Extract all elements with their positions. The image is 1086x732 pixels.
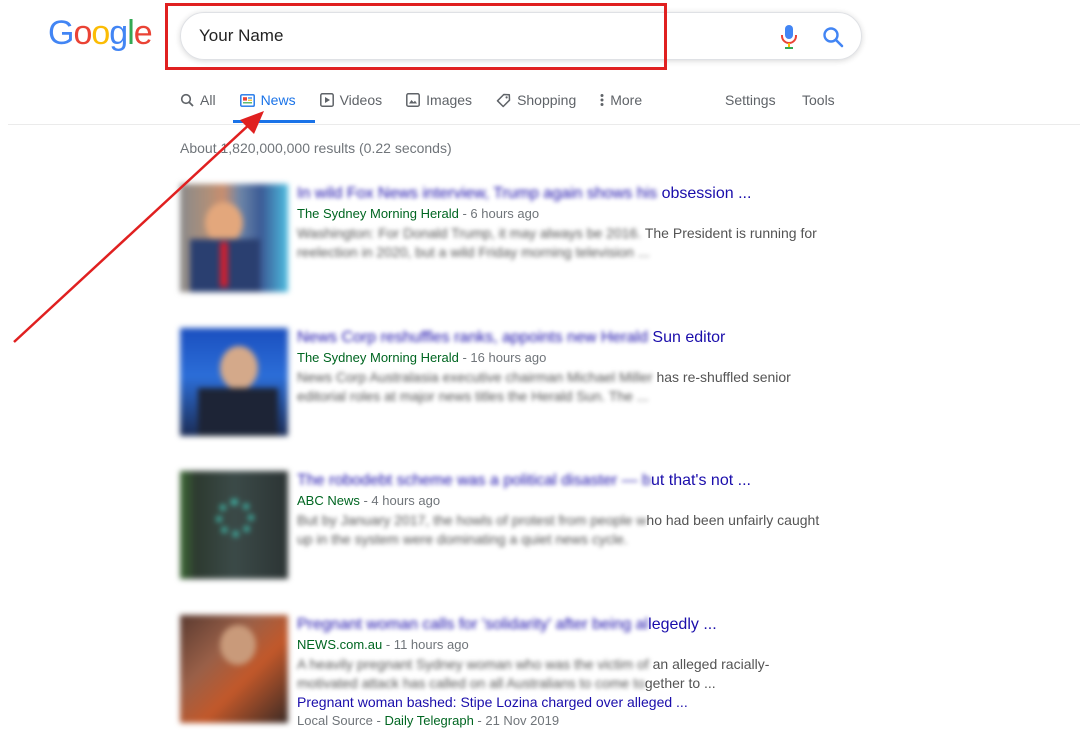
tab-label: More [610,92,643,108]
news-icon [239,93,255,107]
source-name: The Sydney Morning Herald [297,206,459,221]
local-source-date: - 21 Nov 2019 [473,713,560,728]
result-title-text: legedly ... [648,616,717,633]
tools-link[interactable]: Tools [802,88,835,112]
result-title-text: The robodebt scheme was a political disa… [297,472,651,489]
snippet-text: an alleged racially- [648,656,770,672]
image-icon [406,93,421,107]
result-age: - 6 hours ago [458,206,540,221]
snippet-text: The President is running for [641,225,817,241]
logo-letter: G [48,14,74,52]
result-title-link[interactable]: The robodebt scheme was a political disa… [297,471,857,491]
settings-link[interactable]: Settings [725,88,776,112]
mic-icon[interactable] [779,24,799,50]
snippet-text: has re-shuffled senior [652,369,791,385]
snippet-text: News Corp Australasia executive chairman… [297,369,653,385]
tab-label: Images [426,92,473,108]
result-stats: About 1,820,000,000 results (0.22 second… [180,140,452,156]
logo-letter: o [91,14,110,52]
news-result-text: The robodebt scheme was a political disa… [297,471,857,549]
tab-news[interactable]: News [239,88,296,112]
related-story-text: ged ... [648,694,688,710]
news-result-text: News Corp reshuffles ranks, appoints new… [297,328,857,406]
google-logo[interactable]: Google [48,14,153,53]
tag-icon [496,93,511,107]
result-snippet: But by January 2017, the howls of protes… [297,511,857,549]
tab-more[interactable]: More [600,88,642,112]
source-name: ABC News [297,493,360,508]
header-divider [8,124,1080,125]
result-source: The Sydney Morning Herald - 6 hours ago [297,204,857,224]
tab-label: All [200,92,216,108]
tab-label: Shopping [517,92,577,108]
related-story-link[interactable]: Pregnant woman bashed: Stipe Lozina char… [297,693,857,712]
result-snippet: News Corp Australasia executive chairman… [297,368,857,406]
result-age: - 11 hours ago [382,637,469,652]
news-thumbnail[interactable] [180,328,288,436]
result-title-text: Sun editor [647,329,726,346]
result-title-text: News Corp reshuffles ranks, appoints new… [297,329,648,346]
result-age: - 16 hours ago [458,350,547,365]
snippet-text: editorial roles at major news titles the… [297,388,649,404]
logo-letter: o [73,14,92,52]
snippet-text: Washington: For Donald Trump, it may alw… [297,225,642,241]
tab-all[interactable]: All [180,88,216,112]
news-thumbnail[interactable] [180,615,288,723]
more-vert-icon [600,94,604,106]
active-tab-indicator [233,120,315,123]
tab-shopping[interactable]: Shopping [496,88,576,112]
news-result-text: In wild Fox News interview, Trump again … [297,184,857,262]
tab-label: News [260,92,296,108]
tab-images[interactable]: Images [406,88,472,112]
result-title-text: obsession ... [657,185,752,202]
news-thumbnail[interactable] [180,184,288,292]
snippet-text: motivated attack has called on all Austr… [297,675,645,691]
local-source-line: Local Source - Daily Telegraph - 21 Nov … [297,712,857,729]
search-tabs: All News Videos Images Shopping More [180,88,666,124]
tab-label: Videos [339,92,383,108]
logo-letter: g [109,14,128,52]
play-icon [319,93,334,107]
result-snippet: A heavily pregnant Sydney woman who was … [297,655,857,693]
result-title-text: In wild Fox News interview, Trump again … [297,185,658,202]
annotation-highlight-box [165,3,667,70]
result-title-link[interactable]: News Corp reshuffles ranks, appoints new… [297,328,857,348]
search-icon [180,93,194,107]
result-age: - 4 hours ago [359,493,441,508]
snippet-text: gether to ... [644,675,716,691]
result-source: NEWS.com.au - 11 hours ago [297,635,857,655]
news-result-text: Pregnant woman calls for 'solidarity' af… [297,615,857,729]
news-thumbnail[interactable] [180,471,288,579]
result-title-link[interactable]: Pregnant woman calls for 'solidarity' af… [297,615,857,635]
snippet-text: But by January 2017, the howls of protes… [297,512,647,528]
result-title-link[interactable]: In wild Fox News interview, Trump again … [297,184,857,204]
result-snippet: Washington: For Donald Trump, it may alw… [297,224,857,262]
logo-letter: e [133,14,153,52]
search-icon[interactable] [821,25,845,49]
result-title-text: ut that's not ... [650,472,751,489]
snippet-text: up in the system were dominating a quiet… [297,531,628,547]
snippet-text: reelection in 2020, but a wild Friday mo… [297,244,650,260]
tab-videos[interactable]: Videos [319,88,383,112]
snippet-text: A heavily pregnant Sydney woman who was … [297,656,649,672]
related-story-text: Pregnant woman bashed: Stipe Lozina char… [297,694,649,710]
result-source: ABC News - 4 hours ago [297,491,857,511]
snippet-text: ho had been unfairly caught [646,512,820,528]
result-source: The Sydney Morning Herald - 16 hours ago [297,348,857,368]
local-source-label: Local Source - [297,713,385,728]
source-name: The Sydney Morning Herald [297,350,459,365]
local-source-name: Daily Telegraph [384,713,474,728]
result-title-text: Pregnant woman calls for 'solidarity' af… [297,616,649,633]
source-name: NEWS.com.au [297,637,383,652]
